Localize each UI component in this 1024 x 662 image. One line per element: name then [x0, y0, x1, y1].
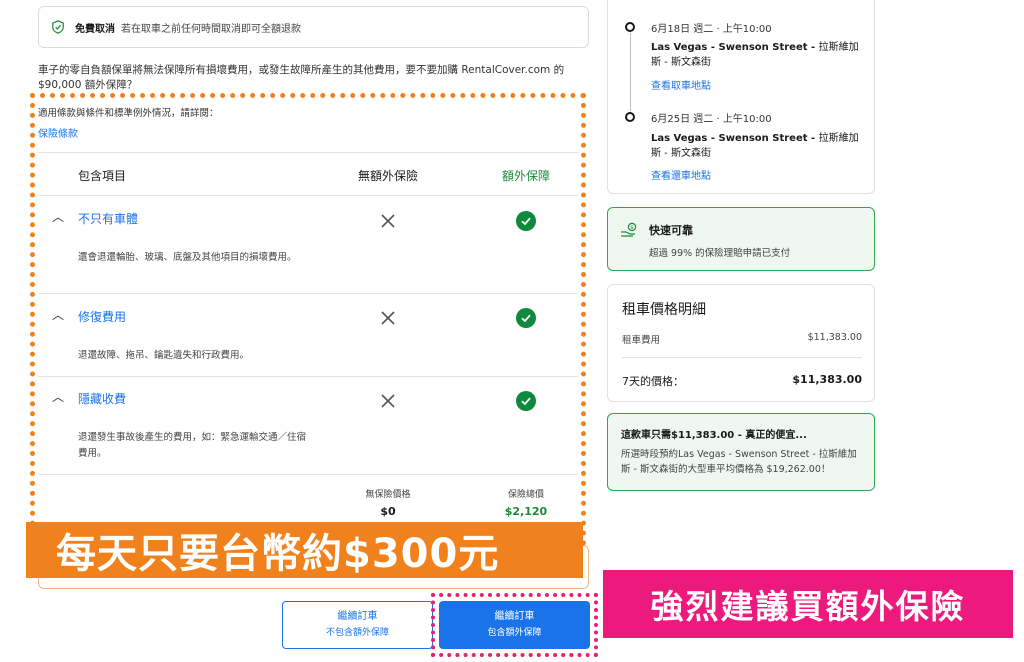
- price-per-day-banner: 每天只要台幣約$300元: [26, 522, 583, 578]
- total-days-label: 7天的價格：: [622, 375, 684, 388]
- recommendation-banner: 強烈建議買額外保險: [603, 570, 1013, 638]
- continue-without-extra-button[interactable]: 繼續訂車 不包含額外保障: [282, 601, 433, 649]
- pickup-location-en: Las Vegas - Swenson Street -: [651, 42, 819, 53]
- timeline-dot: [625, 22, 635, 32]
- timeline-dot: [625, 112, 635, 122]
- pickup-date: 6月18日 週二 · 上午10:00: [651, 24, 772, 35]
- shield-check-icon: [52, 20, 64, 34]
- free-cancellation-box: 免費取消 若在取車之前任何時間取消即可全額退款: [38, 6, 589, 48]
- reliable-title: 快速可靠: [649, 224, 693, 237]
- price-breakdown-title: 租車價格明細: [622, 302, 706, 318]
- free-cancel-text: 若在取車之前任何時間取消即可全額退款: [121, 23, 301, 35]
- money-hand-icon: $: [621, 222, 637, 237]
- deal-card: 這款車只需$11,383.00 - 真正的便宜... 所選時段預約Las Veg…: [607, 413, 875, 491]
- reliable-desc: 超過 99% 的保險理賠申請已支付: [649, 248, 791, 259]
- dropoff-date: 6月25日 週二 · 上午10:00: [651, 114, 772, 125]
- pickup-location: Las Vegas - Swenson Street - 拉斯維加斯 - 斯文森…: [651, 40, 861, 70]
- rental-fee-label: 租車費用: [622, 335, 661, 346]
- insurance-intro: 車子的零自負額保單將無法保障所有損壞費用，或發生故障所產生的其他費用，要不要加購…: [38, 64, 565, 91]
- total-days-value: $11,383.00: [792, 373, 862, 386]
- view-pickup-location-link[interactable]: 查看取車地點: [651, 77, 711, 92]
- rental-fee-value: $11,383.00: [807, 332, 862, 343]
- reliable-card: $ 快速可靠 超過 99% 的保險理賠申請已支付: [607, 207, 875, 271]
- dropoff-location-en: Las Vegas - Swenson Street -: [651, 133, 819, 144]
- view-dropoff-location-link[interactable]: 查看還車地點: [651, 167, 711, 182]
- divider: [622, 357, 862, 358]
- button-sublabel: 不包含額外保障: [325, 628, 389, 638]
- highlight-frame: [431, 593, 598, 657]
- deal-title: 這款車只需$11,383.00 - 真正的便宜...: [621, 430, 807, 441]
- svg-text:$: $: [630, 225, 634, 231]
- dropoff-location: Las Vegas - Swenson Street - 拉斯維加斯 - 斯文森…: [651, 131, 861, 161]
- highlight-frame: [30, 93, 586, 546]
- price-breakdown-card: 租車價格明細 租車費用 $11,383.00 7天的價格： $11,383.00: [607, 284, 875, 402]
- button-label: 繼續訂車: [337, 611, 378, 622]
- free-cancel-title: 免費取消: [75, 23, 115, 35]
- deal-desc: 所選時段預約Las Vegas - Swenson Street - 拉斯維加斯…: [621, 449, 857, 475]
- timeline-line: [630, 33, 631, 111]
